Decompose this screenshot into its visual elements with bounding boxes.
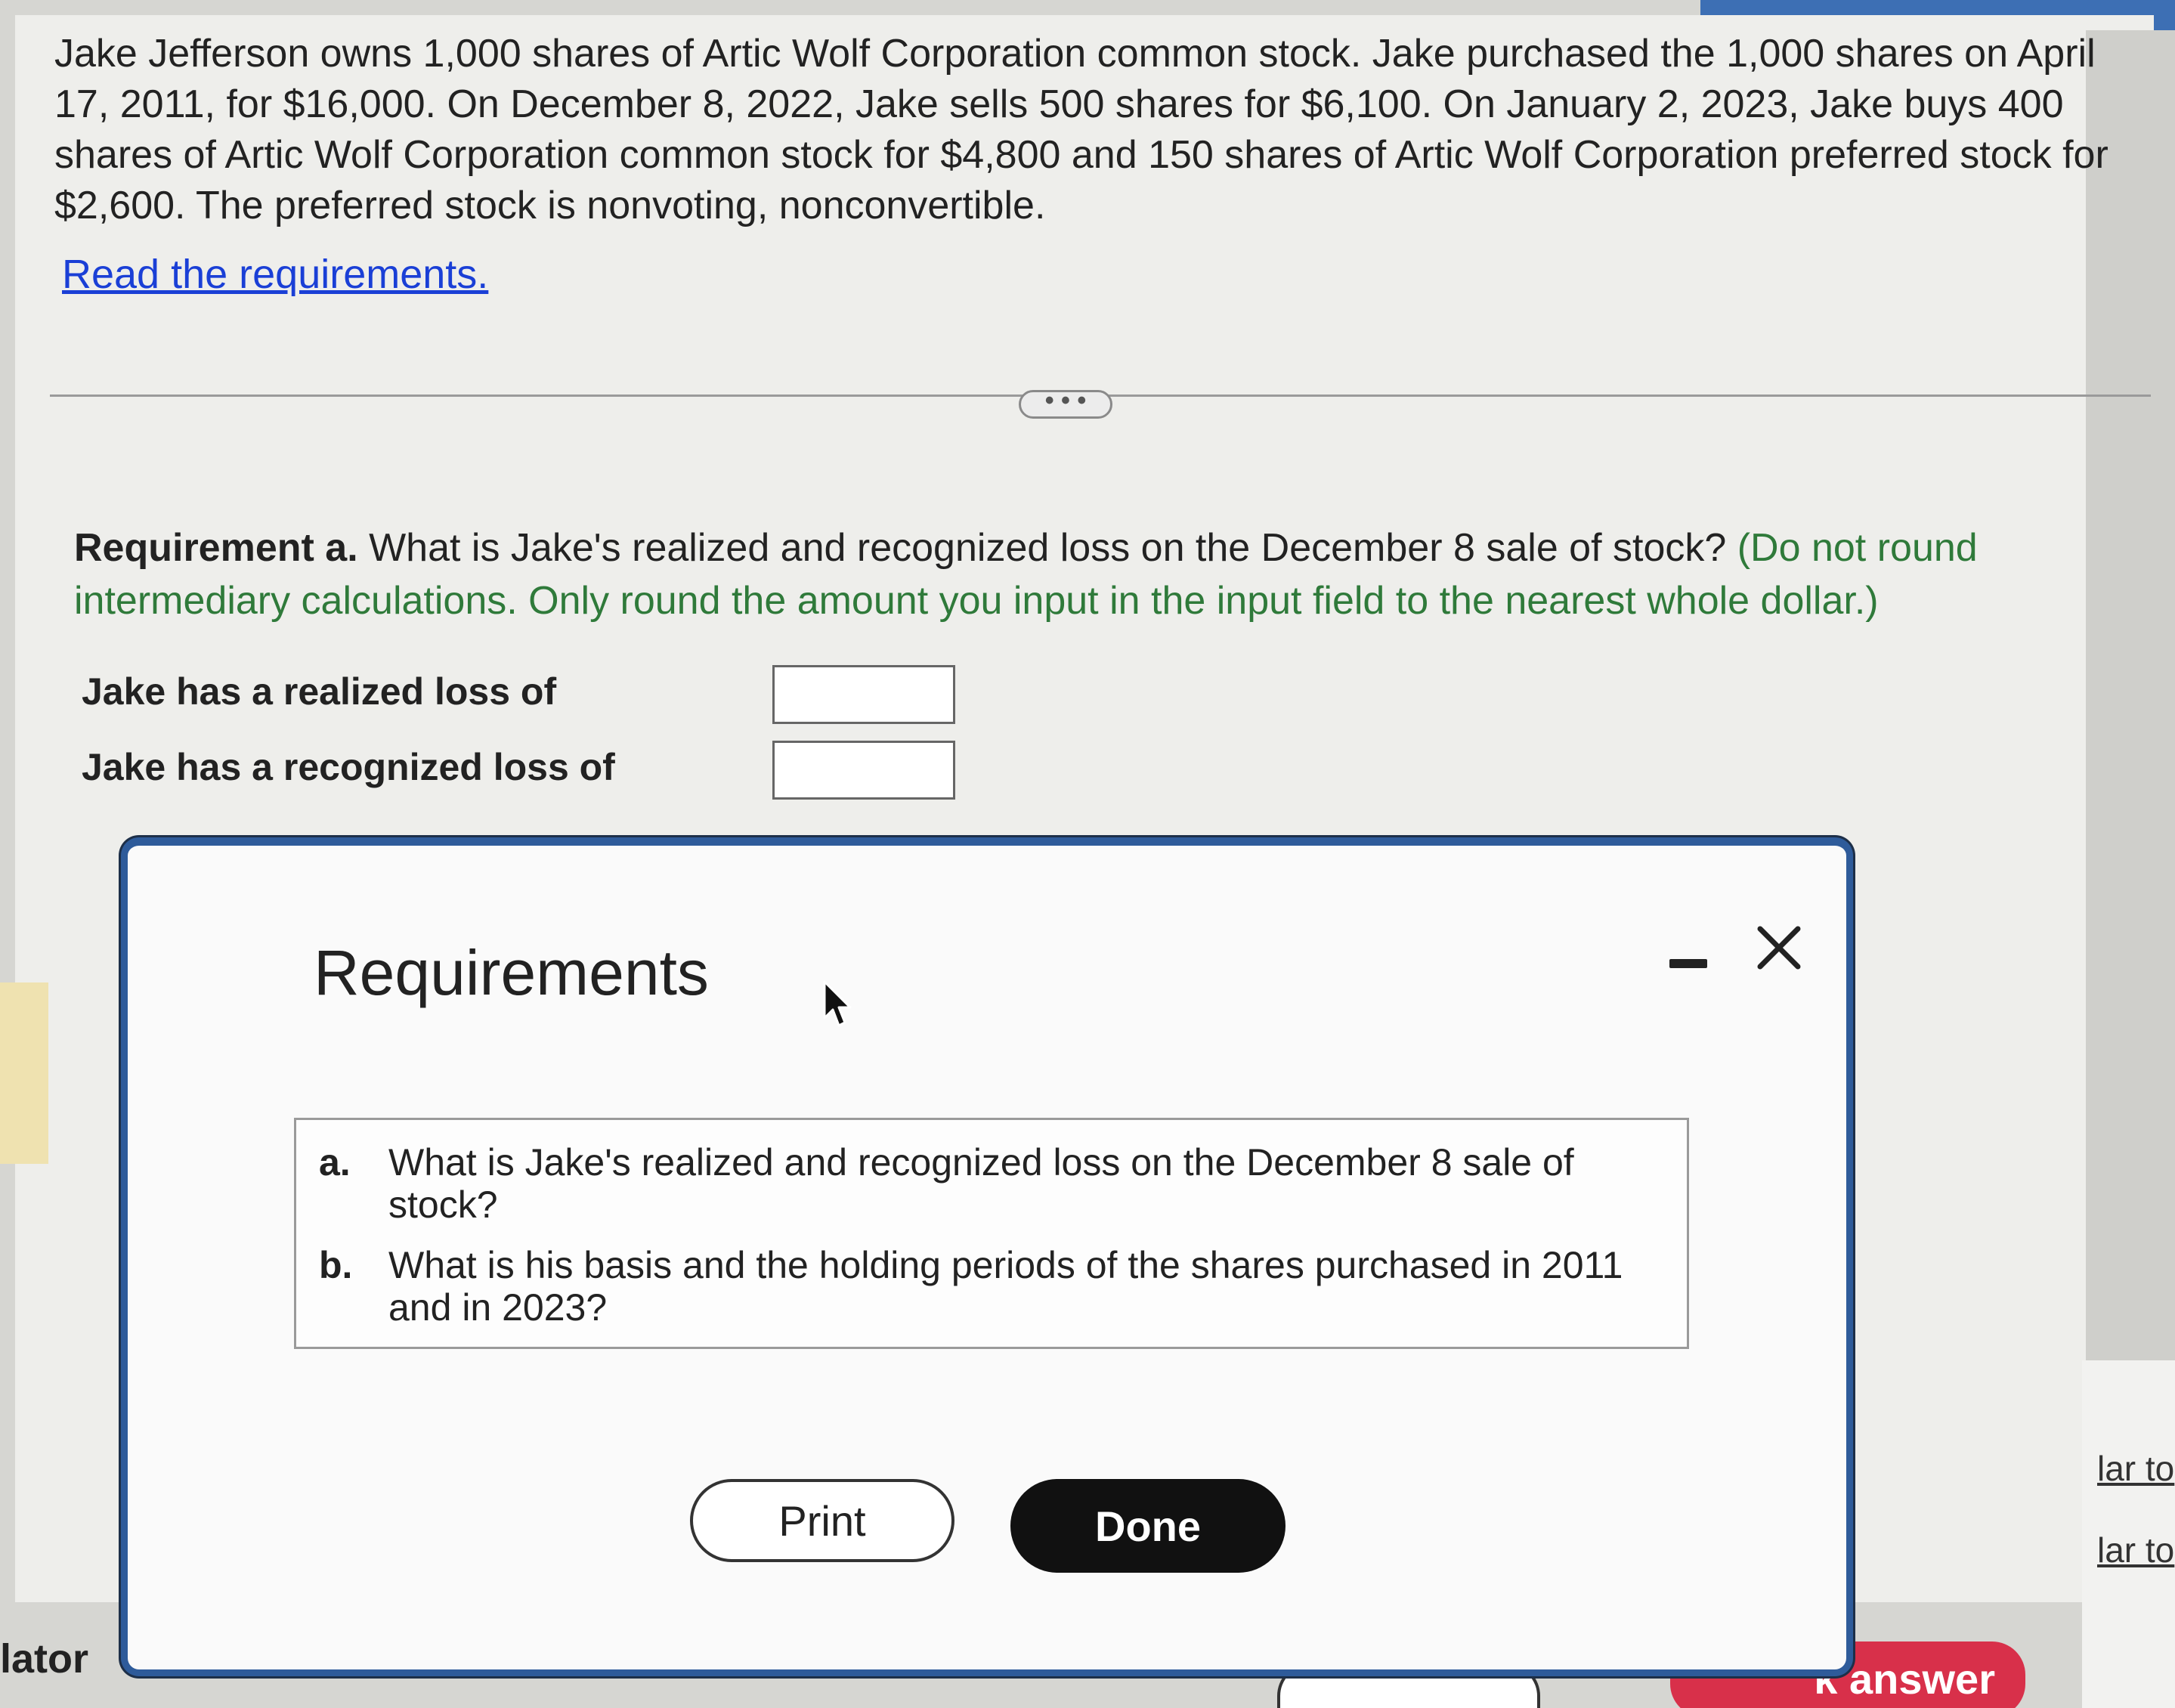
expand-ellipsis-button[interactable]: • • • bbox=[1019, 388, 1112, 419]
close-icon bbox=[1757, 926, 1801, 970]
mouse-cursor-icon bbox=[823, 980, 852, 1027]
left-edge-tab bbox=[0, 982, 48, 1164]
screen: Jake Jefferson owns 1,000 shares of Arti… bbox=[0, 0, 2175, 1708]
requirement-a-label: Requirement a. bbox=[74, 526, 358, 570]
realized-loss-input[interactable] bbox=[772, 665, 955, 724]
requirement-a-question: What is Jake's realized and recognized l… bbox=[357, 526, 1737, 570]
close-button[interactable] bbox=[1753, 921, 1805, 974]
realized-loss-label: Jake has a realized loss of bbox=[82, 670, 557, 713]
requirement-a-prompt: Requirement a. What is Jake's realized a… bbox=[74, 521, 1979, 627]
dialog-title: Requirements bbox=[314, 937, 709, 1008]
recognized-loss-input[interactable] bbox=[772, 741, 955, 800]
problem-statement: Jake Jefferson owns 1,000 shares of Arti… bbox=[54, 32, 2108, 227]
requirement-item-b: b. What is his basis and the holding per… bbox=[319, 1244, 1664, 1329]
requirement-text: What is Jake's realized and recognized l… bbox=[388, 1141, 1574, 1226]
minimize-icon bbox=[1669, 959, 1707, 968]
requirement-letter: b. bbox=[319, 1244, 353, 1286]
calculator-label-fragment[interactable]: lator bbox=[0, 1635, 88, 1682]
background-link-fragment-2[interactable]: lar to bbox=[2097, 1530, 2174, 1570]
requirements-dialog: Requirements a. What is Jake's realized … bbox=[121, 837, 1853, 1676]
background-link-fragment-1[interactable]: lar to bbox=[2097, 1448, 2174, 1489]
requirement-text: What is his basis and the holding period… bbox=[388, 1244, 1623, 1329]
requirement-item-a: a. What is Jake's realized and recognize… bbox=[319, 1141, 1664, 1226]
requirements-list: a. What is Jake's realized and recognize… bbox=[294, 1118, 1689, 1349]
print-button[interactable]: Print bbox=[690, 1479, 954, 1562]
read-requirements-link[interactable]: Read the requirements. bbox=[62, 251, 488, 298]
done-button[interactable]: Done bbox=[1010, 1479, 1286, 1573]
requirement-letter: a. bbox=[319, 1141, 351, 1184]
recognized-loss-label: Jake has a recognized loss of bbox=[82, 746, 615, 788]
minimize-button[interactable] bbox=[1669, 944, 1707, 982]
